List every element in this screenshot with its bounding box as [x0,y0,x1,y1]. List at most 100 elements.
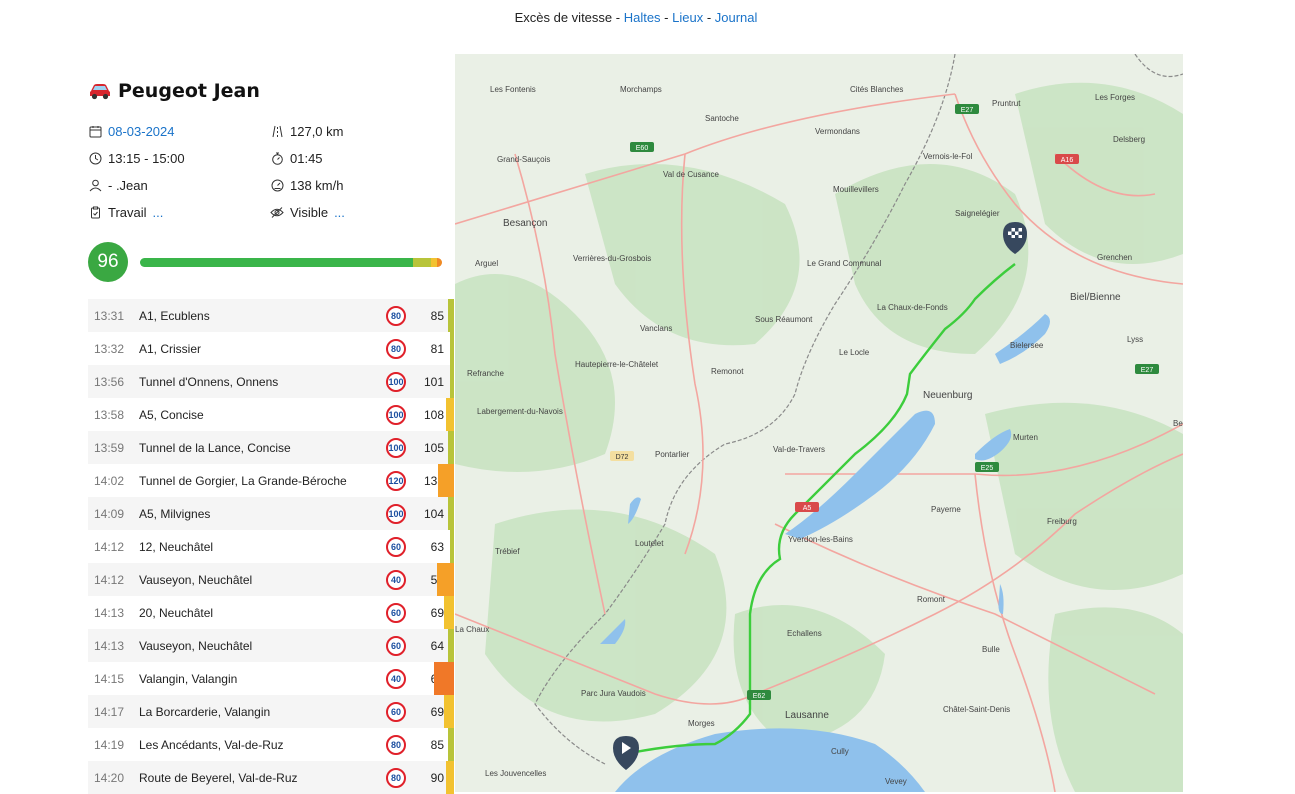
trip-category: Travail ... [88,199,270,226]
speeding-event-row[interactable]: 14:02 Tunnel de Gorgier, La Grande-Béroch… [88,464,454,497]
speeding-event-row[interactable]: 13:32 A1, Crissier 80 81 [88,332,454,365]
map-place-label: Mouillevillers [833,185,879,194]
speed-limit-sign: 80 [386,305,406,326]
speeding-event-row[interactable]: 13:56 Tunnel d'Onnens, Onnens 100 101 [88,365,454,398]
map-place-label: Murten [1013,433,1038,442]
trip-date-link[interactable]: 08-03-2024 [108,124,175,139]
speeding-event-row[interactable]: 14:19 Les Ancédants, Val-de-Ruz 80 85 [88,728,454,761]
map-place-label: Grenchen [1097,253,1132,262]
speeding-event-row[interactable]: 14:09 A5, Milvignes 100 104 [88,497,454,530]
car-icon [90,84,110,100]
map-view[interactable]: Les Fontenis Morchamps Cités Blanches Prunt… [455,54,1183,792]
map-place-label: Cully [831,747,849,756]
trip-driver: - .Jean [88,172,270,199]
severity-indicator [448,728,454,761]
event-location: Tunnel de Gorgier, La Grande-Béroche [139,473,347,488]
svg-text:E60: E60 [636,145,649,152]
map-place-label: Echallens [787,629,822,638]
map-place-label: Yverdon-les-Bains [788,535,853,544]
speeding-event-row[interactable]: 14:12 12, Neuchâtel 60 63 [88,530,454,563]
map-place-label: Lyss [1127,335,1143,344]
speed-limit-sign: 40 [386,569,406,590]
calendar-icon [88,125,102,139]
event-speed: 63 [430,539,444,554]
event-location: A1, Ecublens [139,308,210,323]
speed-limit-sign: 80 [386,767,406,788]
speeding-event-row[interactable]: 14:13 Vauseyon, Neuchâtel 60 64 [88,629,454,662]
road-shield: E60 [630,142,654,152]
event-time: 14:15 [94,671,125,686]
map-place-label: Verrières-du-Grosbois [573,254,651,263]
event-time: 13:31 [94,308,125,323]
event-time: 13:58 [94,407,125,422]
trip-time: 13:15 - 15:00 [88,145,270,172]
map-place-label: Val-de-Travers [773,445,825,454]
severity-indicator [437,563,454,596]
score-bar-segment [140,257,414,267]
trip-date: 08-03-2024 [88,118,270,145]
nav-journal-link[interactable]: Journal [715,10,758,25]
severity-indicator [448,497,454,530]
speeding-event-row[interactable]: 14:15Valangin, Valangin4064 [88,662,454,695]
clock-icon [88,152,102,166]
map-place-label: Arguel [475,259,498,268]
map-place-label: Vermondans [815,127,860,136]
event-location: La Borcarderie, Valangin [139,704,271,719]
road-icon [270,125,284,139]
map-place-label: Freiburg [1047,517,1077,526]
event-speed: 104 [423,506,444,521]
event-location: Route de Beyerel, Val-de-Ruz [139,770,298,785]
speeding-event-row[interactable]: 13:31 A1, Ecublens 80 85 [88,299,454,332]
svg-text:E27: E27 [961,107,974,114]
map-place-label: Les Fontenis [490,85,536,94]
event-speed: 105 [423,440,444,455]
speeding-event-row[interactable]: 14:12Vauseyon, Neuchâtel4059 [88,563,454,596]
map-place-label: Payerne [931,505,961,514]
score-bar [140,257,442,267]
speed-limit-sign: 60 [386,635,406,656]
speed-limit-sign: 60 [386,602,406,623]
map-place-label: Cités Blanches [850,85,903,94]
speeding-events-list: 13:31 A1, Ecublens 80 85 13:32 A1, Crissier 80… [88,299,454,794]
speed-limit-sign: 100 [386,404,406,425]
map-place-label: Morges [688,719,715,728]
vehicle-name: Peugeot Jean [118,80,260,102]
map-canvas[interactable]: Les Fontenis Morchamps Cités Blanches Prunt… [455,54,1183,792]
event-speed: 90 [430,770,444,785]
severity-indicator [438,464,454,497]
map-place-label: La Chaux-de-Fonds [877,303,948,312]
map-place-label: Vevey [885,777,907,786]
speed-limit-sign: 40 [386,668,406,689]
event-speed: 69 [430,704,444,719]
map-place-label: Labergement-du-Navois [477,407,563,416]
map-place-label: Vernois-le-Fol [923,152,973,161]
speeding-event-row[interactable]: 14:17 La Borcarderie, Valangin 60 69 [88,695,454,728]
trip-visibility: Visible ... [270,199,454,226]
nav-stops-link[interactable]: Haltes [624,10,661,25]
speeding-event-row[interactable]: 13:59 Tunnel de la Lance, Concise 100 105 [88,431,454,464]
stopwatch-icon [270,152,284,166]
severity-indicator [444,695,454,728]
road-shield: A16 [1055,154,1079,164]
map-place-label: Pontarlier [655,450,690,459]
speed-limit-sign: 100 [386,437,406,458]
speeding-event-row[interactable]: 14:13 20, Neuchâtel 60 69 [88,596,454,629]
severity-indicator [446,761,454,794]
svg-text:E62: E62 [753,693,766,700]
event-location: 12, Neuchâtel [139,539,214,554]
event-speed: 69 [430,605,444,620]
speed-limit-sign: 60 [386,536,406,557]
event-time: 14:12 [94,572,125,587]
svg-text:D72: D72 [616,454,629,461]
visibility-more-button[interactable]: ... [334,205,345,220]
event-time: 14:13 [94,605,125,620]
speeding-event-row[interactable]: 14:20 Route de Beyerel, Val-de-Ruz 80 90 [88,761,454,794]
category-more-button[interactable]: ... [153,205,164,220]
road-shield: A5 [795,502,819,512]
nav-places-link[interactable]: Lieux [672,10,703,25]
event-location: Vauseyon, Neuchâtel [139,638,253,653]
speeding-event-row[interactable]: 13:58 A5, Concise 100 108 [88,398,454,431]
severity-indicator [450,332,454,365]
road-shield: E25 [975,462,999,472]
trip-details-panel: Peugeot Jean 08-03-2024 127,0 km 13:15 -… [88,76,454,794]
